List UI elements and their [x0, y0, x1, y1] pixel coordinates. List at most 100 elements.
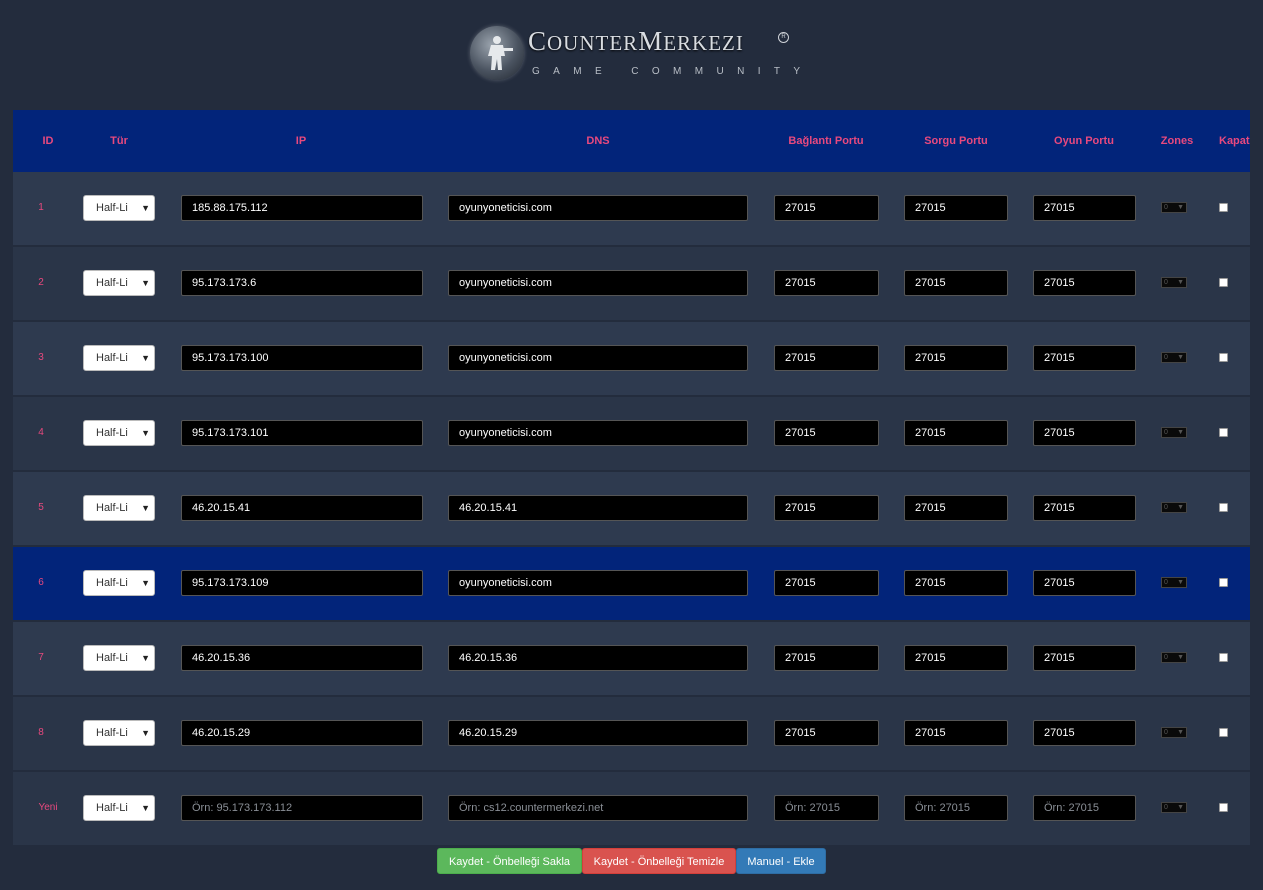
chevron-down-icon: ▼ [1177, 579, 1184, 586]
zones-select[interactable]: 0 ▼ [1161, 202, 1187, 213]
logo-title: COUNTERMERKEZI [528, 26, 744, 56]
close-checkbox[interactable] [1219, 428, 1228, 437]
new-ip-input[interactable]: Örn: 95.173.173.112 [181, 795, 423, 821]
dns-input[interactable]: oyunyoneticisi.com [448, 270, 748, 296]
game-port-input[interactable]: 27015 [1033, 720, 1136, 746]
save-clear-cache-button[interactable]: Kaydet - Önbelleği Temizle [582, 848, 736, 874]
manual-add-button[interactable]: Manuel - Ekle [736, 848, 826, 874]
zones-select[interactable]: 0 ▼ [1161, 652, 1187, 663]
close-checkbox[interactable] [1219, 653, 1228, 662]
game-port-input[interactable]: 27015 [1033, 420, 1136, 446]
chevron-down-icon: ▼ [141, 203, 150, 213]
type-select[interactable]: Half-Li ▼ [83, 420, 155, 446]
dns-input[interactable]: oyunyoneticisi.com [448, 345, 748, 371]
game-port-input[interactable]: 27015 [1033, 195, 1136, 221]
ip-input[interactable]: 185.88.175.112 [181, 195, 423, 221]
dns-input[interactable]: oyunyoneticisi.com [448, 195, 748, 221]
connection-port-input[interactable]: 27015 [774, 720, 879, 746]
close-checkbox[interactable] [1219, 503, 1228, 512]
type-select[interactable]: Half-Li ▼ [83, 270, 155, 296]
game-port-input[interactable]: 27015 [1033, 270, 1136, 296]
column-header-close: Kapat [1219, 135, 1250, 147]
chevron-down-icon: ▼ [141, 428, 150, 438]
table-row: 7 Half-Li ▼ 46.20.15.36 46.20.15.36 27015 2701… [13, 622, 1250, 697]
zones-select[interactable]: 0 ▼ [1161, 352, 1187, 363]
table-row: 4 Half-Li ▼ 95.173.173.101 oyunyoneticisi.co… [13, 397, 1250, 472]
registered-icon: R [778, 32, 789, 43]
new-query-port-input[interactable]: Örn: 27015 [904, 795, 1008, 821]
connection-port-input[interactable]: 27015 [774, 645, 879, 671]
table-row: 6 Half-Li ▼ 95.173.173.109 oyunyoneticisi.co… [13, 547, 1250, 622]
soldier-emblem-icon [470, 26, 524, 80]
zones-select[interactable]: 0 ▼ [1161, 502, 1187, 513]
connection-port-input[interactable]: 27015 [774, 495, 879, 521]
row-id: 5 [38, 502, 44, 513]
ip-input[interactable]: 46.20.15.41 [181, 495, 423, 521]
save-keep-cache-button[interactable]: Kaydet - Önbelleği Sakla [437, 848, 582, 874]
game-port-input[interactable]: 27015 [1033, 345, 1136, 371]
query-port-input[interactable]: 27015 [904, 495, 1008, 521]
query-port-input[interactable]: 27015 [904, 720, 1008, 746]
dns-input[interactable]: 46.20.15.29 [448, 720, 748, 746]
chevron-down-icon: ▼ [1177, 654, 1184, 661]
zones-select[interactable]: 0 ▼ [1161, 577, 1187, 588]
close-checkbox[interactable] [1219, 803, 1228, 812]
query-port-input[interactable]: 27015 [904, 195, 1008, 221]
type-select[interactable]: Half-Li ▼ [83, 720, 155, 746]
new-dns-input[interactable]: Örn: cs12.countermerkezi.net [448, 795, 748, 821]
zones-select[interactable]: 0 ▼ [1161, 802, 1187, 813]
connection-port-input[interactable]: 27015 [774, 420, 879, 446]
game-port-input[interactable]: 27015 [1033, 645, 1136, 671]
close-checkbox[interactable] [1219, 728, 1228, 737]
zones-select[interactable]: 0 ▼ [1161, 427, 1187, 438]
ip-input[interactable]: 95.173.173.6 [181, 270, 423, 296]
type-select[interactable]: Half-Li ▼ [83, 345, 155, 371]
table-row-new: Yeni Half-Li ▼ Örn: 95.173.173.112 Örn: c… [13, 772, 1250, 847]
ip-input[interactable]: 95.173.173.100 [181, 345, 423, 371]
game-port-input[interactable]: 27015 [1033, 495, 1136, 521]
query-port-input[interactable]: 27015 [904, 420, 1008, 446]
connection-port-input[interactable]: 27015 [774, 195, 879, 221]
dns-input[interactable]: 46.20.15.36 [448, 645, 748, 671]
column-header-connection-port: Bağlantı Portu [788, 135, 864, 147]
dns-input[interactable]: 46.20.15.41 [448, 495, 748, 521]
chevron-down-icon: ▼ [141, 803, 150, 813]
connection-port-input[interactable]: 27015 [774, 345, 879, 371]
ip-input[interactable]: 95.173.173.101 [181, 420, 423, 446]
table-row: 3 Half-Li ▼ 95.173.173.100 oyunyoneticisi.co… [13, 322, 1250, 397]
column-header-id: ID [42, 135, 54, 147]
close-checkbox[interactable] [1219, 278, 1228, 287]
zones-select[interactable]: 0 ▼ [1161, 277, 1187, 288]
chevron-down-icon: ▼ [1177, 804, 1184, 811]
column-header-zones: Zones [1160, 135, 1194, 147]
close-checkbox[interactable] [1219, 203, 1228, 212]
ip-input[interactable]: 95.173.173.109 [181, 570, 423, 596]
type-select[interactable]: Half-Li ▼ [83, 570, 155, 596]
game-port-input[interactable]: 27015 [1033, 570, 1136, 596]
connection-port-input[interactable]: 27015 [774, 570, 879, 596]
close-checkbox[interactable] [1219, 353, 1228, 362]
type-select[interactable]: Half-Li ▼ [83, 645, 155, 671]
new-connection-port-input[interactable]: Örn: 27015 [774, 795, 879, 821]
type-select[interactable]: Half-Li ▼ [83, 495, 155, 521]
column-header-ip: IP [295, 135, 307, 147]
server-table: ID Tür IP DNS Bağlantı Portu Sorgu Portu… [13, 110, 1250, 848]
type-select[interactable]: Half-Li ▼ [83, 795, 155, 821]
zones-select[interactable]: 0 ▼ [1161, 727, 1187, 738]
chevron-down-icon: ▼ [141, 353, 150, 363]
connection-port-input[interactable]: 27015 [774, 270, 879, 296]
new-game-port-input[interactable]: Örn: 27015 [1033, 795, 1136, 821]
query-port-input[interactable]: 27015 [904, 570, 1008, 596]
table-row: 8 Half-Li ▼ 46.20.15.29 46.20.15.29 27015 2701… [13, 697, 1250, 772]
ip-input[interactable]: 46.20.15.36 [181, 645, 423, 671]
query-port-input[interactable]: 27015 [904, 645, 1008, 671]
row-id: 2 [38, 277, 44, 288]
dns-input[interactable]: oyunyoneticisi.com [448, 420, 748, 446]
ip-input[interactable]: 46.20.15.29 [181, 720, 423, 746]
query-port-input[interactable]: 27015 [904, 270, 1008, 296]
query-port-input[interactable]: 27015 [904, 345, 1008, 371]
close-checkbox[interactable] [1219, 578, 1228, 587]
dns-input[interactable]: oyunyoneticisi.com [448, 570, 748, 596]
site-logo[interactable]: COUNTERMERKEZI R GAME COMMUNITY [470, 24, 800, 82]
type-select[interactable]: Half-Li ▼ [83, 195, 155, 221]
